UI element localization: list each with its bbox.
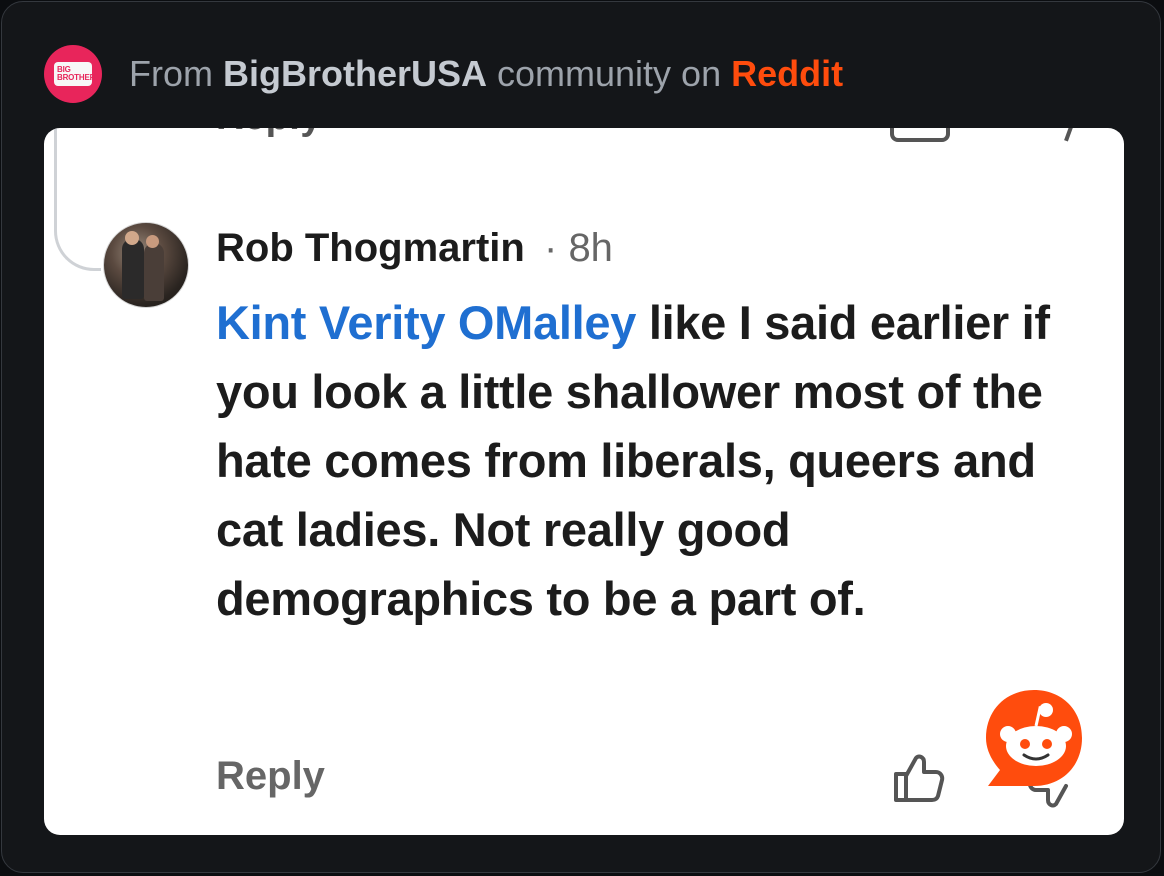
logo-badge: BIG BROTHER: [54, 62, 96, 86]
reply-button: Reply: [216, 754, 325, 798]
screenshot-card: Reply Rob Thogmartin · 8h Kint Verity OM…: [44, 128, 1124, 835]
avatar-figure-2: [144, 243, 164, 301]
cut-off-reply-text: Reply: [216, 128, 322, 139]
source-middle: community on: [487, 53, 732, 94]
platform-link[interactable]: Reddit: [731, 53, 843, 94]
logo-text-2: BROTHER: [57, 73, 96, 82]
meta-separator: ·: [543, 226, 558, 270]
thread-connector-line: [54, 128, 101, 271]
community-logo[interactable]: BIG BROTHER: [44, 45, 102, 103]
avatar-figure-1: [122, 239, 144, 299]
thumbs-up-icon: [894, 754, 945, 802]
embed-frame: BIG BROTHER From BigBrotherUSA community…: [1, 1, 1161, 873]
comment-author: Rob Thogmartin: [216, 226, 525, 270]
avatar-head-2: [146, 235, 159, 248]
embed-header: BIG BROTHER From BigBrotherUSA community…: [44, 44, 843, 104]
comment-time: 8h: [568, 226, 613, 270]
community-name-link[interactable]: BigBrotherUSA: [223, 53, 487, 94]
comment-meta: Rob Thogmartin · 8h: [216, 226, 613, 271]
avatar: [103, 222, 189, 308]
cut-off-thumb-icon: [890, 128, 950, 142]
embed-source-text: From BigBrotherUSA community on Reddit: [129, 53, 843, 95]
source-prefix: From: [129, 53, 223, 94]
comment-body: Kint Verity OMalley like I said earlier …: [216, 288, 1106, 633]
avatar-head-1: [125, 231, 139, 245]
mention-name: Kint Verity OMalley: [216, 296, 637, 349]
reddit-snoo-icon: [986, 690, 1082, 786]
cut-off-thumb-down-icon: [1045, 128, 1075, 142]
